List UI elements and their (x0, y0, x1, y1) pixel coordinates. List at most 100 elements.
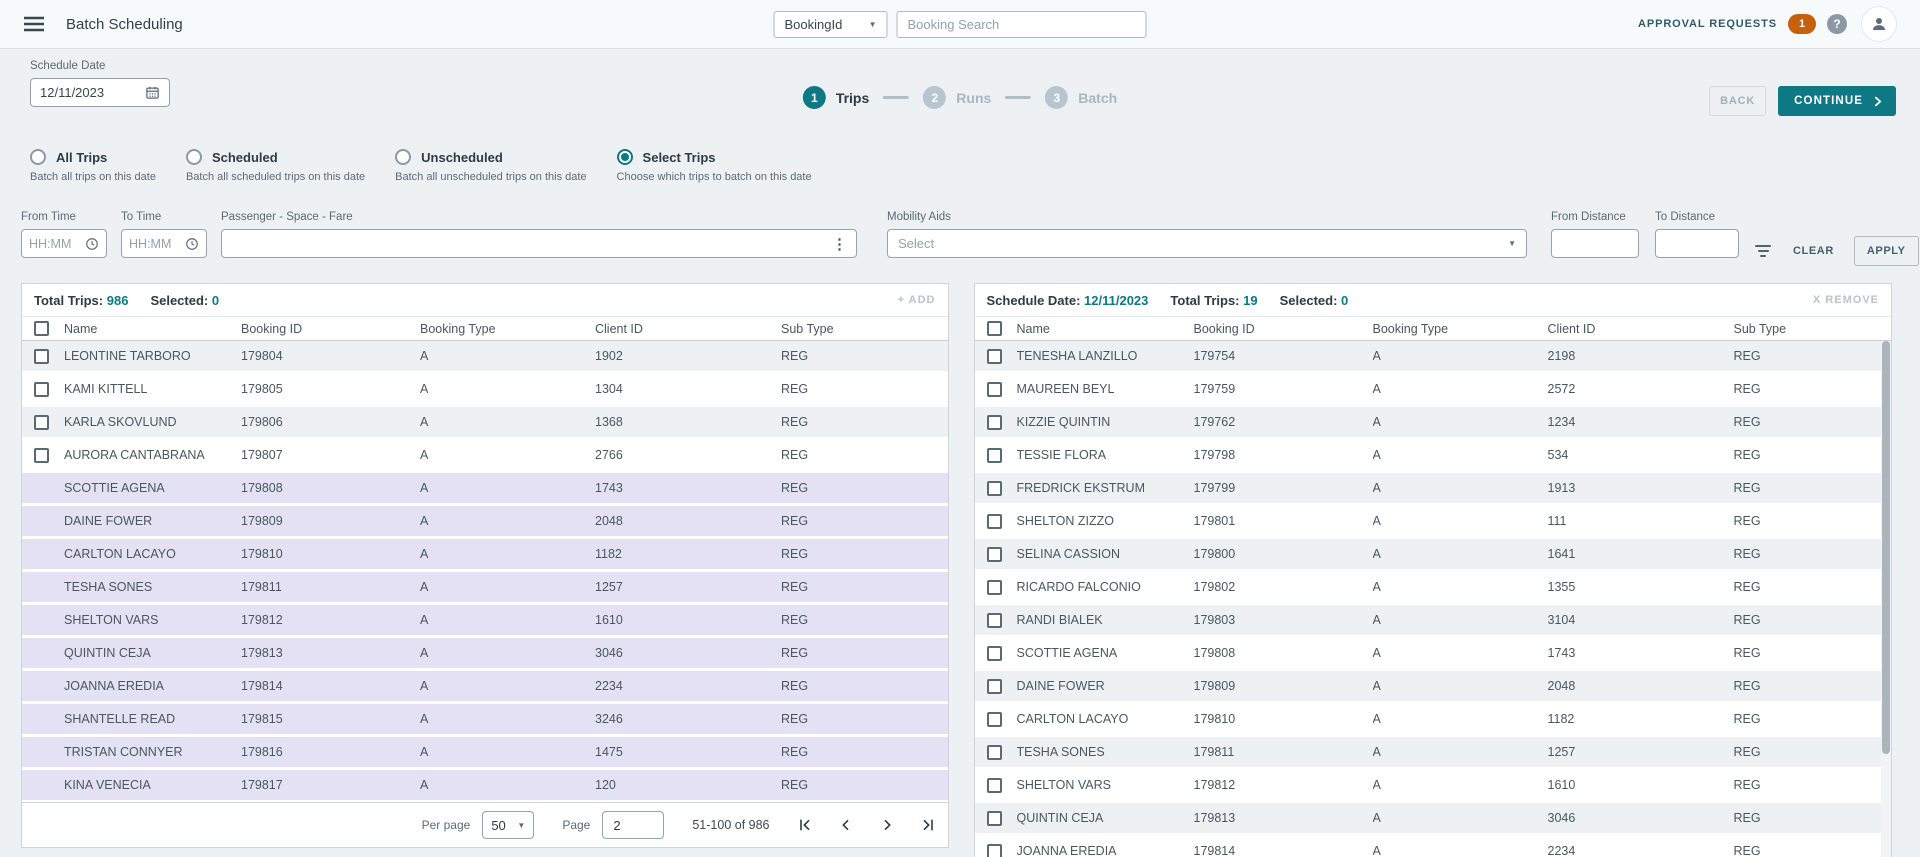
table-row[interactable]: CARLTON LACAYO179810A1182REG (22, 539, 948, 569)
from-time-input[interactable] (21, 229, 107, 258)
row-checkbox[interactable] (987, 613, 1002, 628)
select-all-checkbox[interactable] (987, 321, 1002, 336)
radio-all-trips[interactable] (30, 149, 46, 165)
mobility-aids-select[interactable]: Select ▼ (887, 229, 1527, 258)
table-row[interactable]: TESHA SONES179811A1257REG (22, 572, 948, 602)
row-checkbox[interactable] (987, 580, 1002, 595)
table-row[interactable]: DAINE FOWER179809A2048REG (22, 506, 948, 536)
mode-option-select-trips[interactable]: Select TripsChoose which trips to batch … (617, 149, 812, 183)
row-checkbox[interactable] (987, 349, 1002, 364)
select-all-checkbox[interactable] (34, 321, 49, 336)
row-checkbox[interactable] (987, 712, 1002, 727)
psf-value[interactable] (231, 236, 832, 251)
to-time-input[interactable] (121, 229, 207, 258)
row-checkbox[interactable] (987, 646, 1002, 661)
to-time-value[interactable] (129, 237, 175, 251)
column-header-client-id: Client ID (1548, 322, 1734, 336)
row-checkbox[interactable] (987, 844, 1002, 857)
table-row[interactable]: SHANTELLE READ179815A3246REG (22, 704, 948, 734)
psf-input[interactable]: ⋮ (221, 229, 857, 258)
table-row[interactable]: TESHA SONES179811A1257REG (975, 737, 1892, 767)
clear-button[interactable]: CLEAR (1793, 245, 1834, 257)
to-distance-input[interactable] (1655, 229, 1739, 258)
page-input[interactable] (602, 811, 664, 839)
row-checkbox[interactable] (987, 811, 1002, 826)
table-row[interactable]: CARLTON LACAYO179810A1182REG (975, 704, 1892, 734)
table-row[interactable]: KINA VENECIA179817A120REG (22, 770, 948, 800)
clock-icon[interactable] (85, 237, 99, 251)
table-row[interactable]: TESSIE FLORA179798A534REG (975, 440, 1892, 470)
table-row[interactable]: AURORA CANTABRANA179807A2766REG (22, 440, 948, 470)
cell-sub-type: REG (1734, 613, 1892, 627)
calendar-icon[interactable] (145, 85, 160, 100)
row-checkbox[interactable] (987, 745, 1002, 760)
from-distance-input[interactable] (1551, 229, 1639, 258)
mode-option-all-trips[interactable]: All TripsBatch all trips on this date (30, 149, 156, 183)
table-row[interactable]: KAMI KITTELL179805A1304REG (22, 374, 948, 404)
table-row[interactable]: SHELTON VARS179812A1610REG (22, 605, 948, 635)
table-row[interactable]: KIZZIE QUINTIN179762A1234REG (975, 407, 1892, 437)
cell-sub-type: REG (781, 778, 948, 792)
next-page-icon[interactable] (879, 817, 895, 833)
clock-icon[interactable] (185, 237, 199, 251)
row-checkbox[interactable] (987, 547, 1002, 562)
row-checkbox[interactable] (34, 448, 49, 463)
back-button[interactable]: BACK (1709, 86, 1766, 116)
column-header-name: Name (64, 322, 241, 336)
kebab-menu-icon[interactable]: ⋮ (832, 235, 847, 253)
per-page-select[interactable]: 50 ▼ (482, 811, 534, 839)
row-checkbox[interactable] (987, 778, 1002, 793)
table-row[interactable]: JOANNA EREDIA179814A2234REG (22, 671, 948, 701)
remove-button[interactable]: X REMOVE (1813, 294, 1879, 306)
apply-button[interactable]: APPLY (1854, 236, 1919, 266)
vertical-scrollbar[interactable] (1881, 341, 1891, 857)
schedule-date-value[interactable] (40, 85, 132, 100)
row-checkbox[interactable] (987, 514, 1002, 529)
search-type-select[interactable]: BookingId ▼ (774, 11, 888, 38)
menu-icon[interactable] (24, 16, 44, 32)
row-checkbox[interactable] (34, 415, 49, 430)
table-row[interactable]: FREDRICK EKSTRUM179799A1913REG (975, 473, 1892, 503)
table-row[interactable]: LEONTINE TARBORO179804A1902REG (22, 341, 948, 371)
row-checkbox[interactable] (987, 382, 1002, 397)
booking-search-input[interactable] (897, 11, 1147, 38)
scrollbar-thumb[interactable] (1882, 341, 1890, 754)
prev-page-icon[interactable] (838, 817, 854, 833)
table-row[interactable]: MAUREEN BEYL179759A2572REG (975, 374, 1892, 404)
table-row[interactable]: SELINA CASSION179800A1641REG (975, 539, 1892, 569)
table-row[interactable]: TRISTAN CONNYER179816A1475REG (22, 737, 948, 767)
mode-option-unscheduled[interactable]: UnscheduledBatch all unscheduled trips o… (395, 149, 586, 183)
row-checkbox[interactable] (34, 349, 49, 364)
filter-list-icon[interactable] (1753, 241, 1773, 261)
row-checkbox[interactable] (987, 481, 1002, 496)
table-row[interactable]: DAINE FOWER179809A2048REG (975, 671, 1892, 701)
table-row[interactable]: SCOTTIE AGENA179808A1743REG (22, 473, 948, 503)
mode-option-scheduled[interactable]: ScheduledBatch all scheduled trips on th… (186, 149, 365, 183)
table-row[interactable]: RANDI BIALEK179803A3104REG (975, 605, 1892, 635)
schedule-date-input[interactable] (30, 78, 170, 107)
radio-select-trips[interactable] (617, 149, 633, 165)
from-time-value[interactable] (29, 237, 75, 251)
radio-unscheduled[interactable] (395, 149, 411, 165)
table-row[interactable]: KARLA SKOVLUND179806A1368REG (22, 407, 948, 437)
table-row[interactable]: SHELTON VARS179812A1610REG (975, 770, 1892, 800)
last-page-icon[interactable] (920, 817, 936, 833)
first-page-icon[interactable] (797, 817, 813, 833)
row-checkbox[interactable] (987, 448, 1002, 463)
continue-button[interactable]: CONTINUE (1778, 86, 1896, 116)
table-row[interactable]: RICARDO FALCONIO179802A1355REG (975, 572, 1892, 602)
table-row[interactable]: QUINTIN CEJA179813A3046REG (975, 803, 1892, 833)
add-button[interactable]: + ADD (898, 294, 936, 306)
table-row[interactable]: SHELTON ZIZZO179801A111REG (975, 506, 1892, 536)
row-checkbox[interactable] (987, 415, 1002, 430)
user-avatar-icon[interactable] (1862, 7, 1896, 41)
radio-scheduled[interactable] (186, 149, 202, 165)
row-checkbox[interactable] (34, 382, 49, 397)
table-row[interactable]: JOANNA EREDIA179814A2234REG (975, 836, 1892, 857)
approval-requests-link[interactable]: APPROVAL REQUESTS (1638, 18, 1777, 30)
table-row[interactable]: QUINTIN CEJA179813A3046REG (22, 638, 948, 668)
help-icon[interactable]: ? (1827, 14, 1847, 34)
table-row[interactable]: TENESHA LANZILLO179754A2198REG (975, 341, 1892, 371)
row-checkbox[interactable] (987, 679, 1002, 694)
table-row[interactable]: SCOTTIE AGENA179808A1743REG (975, 638, 1892, 668)
